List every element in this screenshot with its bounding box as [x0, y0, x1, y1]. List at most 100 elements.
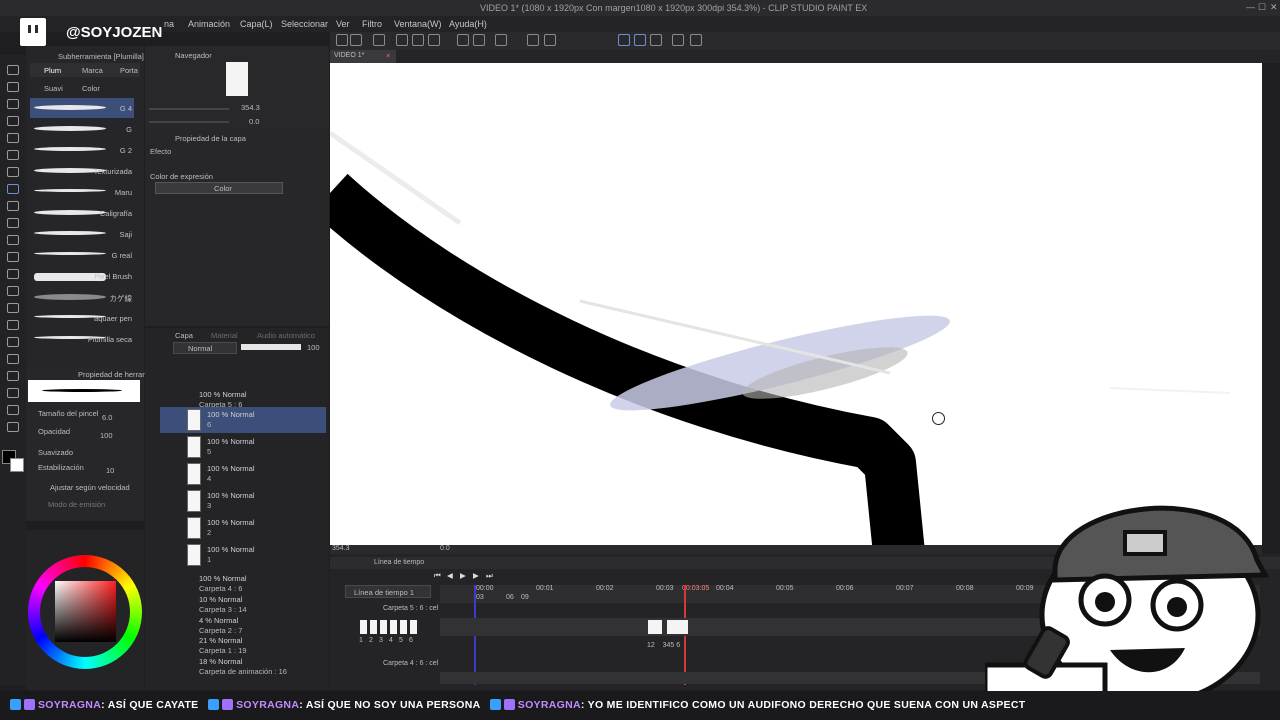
first-frame-icon[interactable]: ⏮: [434, 571, 441, 581]
ruler-tool-icon[interactable]: [7, 371, 19, 381]
layer-row[interactable]: 100 % Normal 2: [160, 515, 326, 541]
cel-block[interactable]: [390, 620, 397, 634]
brush-item[interactable]: G real: [30, 245, 134, 265]
tab-layer[interactable]: Capa: [175, 331, 193, 340]
menu-item-layer[interactable]: Capa(L): [240, 19, 273, 29]
cel-block[interactable]: [655, 620, 662, 634]
tab-material[interactable]: Material: [211, 331, 238, 340]
operation-tool-icon[interactable]: [7, 99, 19, 109]
brush-item[interactable]: Texturizada: [30, 161, 134, 181]
expression-color-select[interactable]: Color: [155, 182, 283, 194]
blend-tool-icon[interactable]: [7, 286, 19, 296]
brush-item[interactable]: Saji: [30, 224, 134, 244]
brush-item[interactable]: G 2: [30, 140, 134, 160]
airbrush-tool-icon[interactable]: [7, 235, 19, 245]
subtool-tab-marker[interactable]: Marca: [82, 66, 103, 75]
snap-special-icon[interactable]: [650, 34, 662, 46]
subtool-tab-pen[interactable]: Plum: [44, 66, 61, 75]
layer-row[interactable]: 100 % Normal 5: [160, 434, 326, 460]
undo-icon[interactable]: [457, 34, 469, 46]
lasso-tool-icon[interactable]: [7, 133, 19, 143]
loading-icon[interactable]: [495, 34, 507, 46]
decoration-tool-icon[interactable]: [7, 252, 19, 262]
layer-row[interactable]: 18 % Normal Carpeta de animación : 16: [160, 654, 326, 680]
minimize-icon[interactable]: —: [1246, 2, 1256, 12]
navigator-angle[interactable]: 0.0: [249, 117, 259, 126]
brush-item[interactable]: Caligrafía: [30, 203, 134, 223]
pencil-tool-icon[interactable]: [7, 201, 19, 211]
timeline-select[interactable]: Línea de tiempo 1: [345, 585, 431, 598]
menu-icon[interactable]: [336, 34, 348, 46]
next-frame-icon[interactable]: ▶: [473, 571, 479, 580]
opacity-value[interactable]: 100: [100, 431, 113, 440]
cel-block[interactable]: [667, 620, 674, 634]
record-icon[interactable]: [690, 34, 702, 46]
layer-row[interactable]: 100 % Normal 3: [160, 488, 326, 514]
cel-block[interactable]: [370, 620, 377, 634]
last-frame-icon[interactable]: ⏭: [486, 571, 493, 581]
color-saturation-square[interactable]: [55, 581, 116, 642]
layer-toggle-icon[interactable]: [672, 34, 684, 46]
drawing-canvas[interactable]: [330, 63, 1262, 545]
prev-frame-icon[interactable]: ◀: [447, 571, 453, 580]
cel-block[interactable]: [410, 620, 417, 634]
brush-item[interactable]: G: [30, 119, 134, 139]
export-icon[interactable]: [412, 34, 424, 46]
print-icon[interactable]: [428, 34, 440, 46]
layer-opacity-value[interactable]: 100: [307, 343, 320, 352]
fill-tool-icon[interactable]: [7, 303, 19, 313]
fill-icon[interactable]: [527, 34, 539, 46]
menu-item-filter[interactable]: Filtro: [362, 19, 382, 29]
layer-opacity-slider[interactable]: [241, 344, 301, 350]
navigator-preview[interactable]: [226, 62, 248, 96]
status-angle[interactable]: 0.0: [440, 545, 450, 552]
menu-item-view[interactable]: Ver: [336, 19, 350, 29]
subtool-tab-color[interactable]: Color: [82, 84, 100, 93]
correct-line-tool-icon[interactable]: [7, 422, 19, 432]
speed-checkbox-label[interactable]: Ajustar según velocidad: [50, 483, 130, 492]
figure-tool-icon[interactable]: [7, 337, 19, 347]
cel-block[interactable]: [674, 620, 681, 634]
move-layer-tool-icon[interactable]: [7, 116, 19, 126]
redo-icon[interactable]: [473, 34, 485, 46]
navigator-zoom[interactable]: 354.3: [241, 103, 260, 112]
stabilization-value[interactable]: 10: [106, 466, 114, 475]
brush-size-value[interactable]: 6.0: [102, 413, 112, 422]
pen-tool-icon[interactable]: [7, 184, 19, 194]
subtool-tab-holder[interactable]: Porta: [120, 66, 138, 75]
status-zoom[interactable]: 354.3: [332, 545, 350, 552]
cel-block[interactable]: [648, 620, 655, 634]
close-icon[interactable]: ✕: [1270, 2, 1280, 12]
menu-item-window[interactable]: Ventana(W): [394, 19, 442, 29]
layer-row[interactable]: 100 % Normal 6: [160, 407, 326, 433]
sub-color-swatch[interactable]: [10, 458, 24, 472]
maximize-icon[interactable]: ☐: [1258, 2, 1268, 12]
frame-tool-icon[interactable]: [7, 354, 19, 364]
brush-item[interactable]: カゲ線: [30, 287, 134, 307]
text-tool-icon[interactable]: [7, 388, 19, 398]
cel-block[interactable]: [360, 620, 367, 634]
layer-row[interactable]: 100 % Normal 4: [160, 461, 326, 487]
cel-block[interactable]: [380, 620, 387, 634]
brush-item[interactable]: Maru: [30, 182, 134, 202]
brush-tool-icon[interactable]: [7, 218, 19, 228]
balloon-tool-icon[interactable]: [7, 405, 19, 415]
clear-icon[interactable]: [544, 34, 556, 46]
play-icon[interactable]: ▶: [460, 571, 466, 580]
brush-item[interactable]: aquaer pen: [30, 308, 134, 328]
tab-audio[interactable]: Audio automático: [257, 331, 315, 340]
open-icon[interactable]: [373, 34, 385, 46]
cel-block[interactable]: [400, 620, 407, 634]
brush-item[interactable]: Pixel Brush: [30, 266, 134, 286]
save-icon[interactable]: [396, 34, 408, 46]
snap-ruler-icon[interactable]: [618, 34, 630, 46]
gradient-tool-icon[interactable]: [7, 320, 19, 330]
menu-item-select[interactable]: Seleccionar: [281, 19, 328, 29]
new-canvas-icon[interactable]: [350, 34, 362, 46]
move-tool-icon[interactable]: [7, 82, 19, 92]
eyedropper-tool-icon[interactable]: [7, 167, 19, 177]
layer-row[interactable]: 100 % Normal 1: [160, 542, 326, 568]
menu-item-file[interactable]: na: [164, 19, 174, 29]
cel-block[interactable]: [681, 620, 688, 634]
brush-item[interactable]: Plumilla seca: [30, 329, 134, 349]
